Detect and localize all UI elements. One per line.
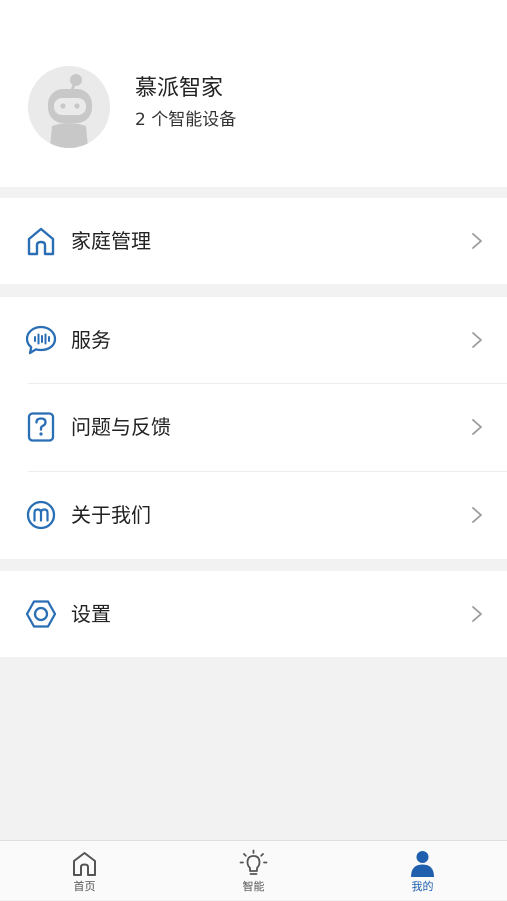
house-icon [27,227,55,256]
menu-label: 家庭管理 [71,229,151,253]
tab-label: 智能 [242,880,265,893]
tab-home[interactable]: 首页 [0,841,169,901]
menu-item-service[interactable]: 服务 [0,297,507,383]
question-icon [27,412,55,442]
chevron-right-icon [472,419,482,435]
menu-group-support: 服务 问题与反馈 关于我们 [0,297,507,559]
tab-smart[interactable]: 智能 [169,841,338,901]
menu-label: 服务 [71,328,111,352]
menu-group-home: 家庭管理 [0,198,507,284]
home-icon [73,852,96,876]
voice-chat-icon [25,325,57,355]
profile-header: 慕派智家 2 个智能设备 [0,0,507,187]
chevron-right-icon [472,507,482,523]
robot-avatar-icon [48,74,92,148]
settings-hexagon-icon [25,600,57,628]
tab-label: 首页 [73,880,96,893]
avatar[interactable] [28,66,110,148]
brand-m-icon [26,500,56,530]
profile-name: 慕派智家 [135,76,224,101]
bottom-tab-bar: 首页 智能 我的 [0,840,507,900]
device-count: 2 个智能设备 [135,110,237,130]
menu-item-settings[interactable]: 设置 [0,571,507,657]
menu-label: 设置 [71,602,111,626]
menu-item-about-us[interactable]: 关于我们 [0,472,507,558]
menu-item-feedback[interactable]: 问题与反馈 [0,384,507,470]
menu-group-settings: 设置 [0,571,507,657]
menu-label: 关于我们 [71,503,151,527]
chevron-right-icon [472,332,482,348]
user-icon [411,851,434,877]
menu-label: 问题与反馈 [71,415,171,439]
lightbulb-icon [239,849,268,875]
chevron-right-icon [472,606,482,622]
chevron-right-icon [472,233,482,249]
tab-mine[interactable]: 我的 [338,841,507,901]
menu-item-home-management[interactable]: 家庭管理 [0,198,507,284]
tab-label: 我的 [411,880,434,893]
